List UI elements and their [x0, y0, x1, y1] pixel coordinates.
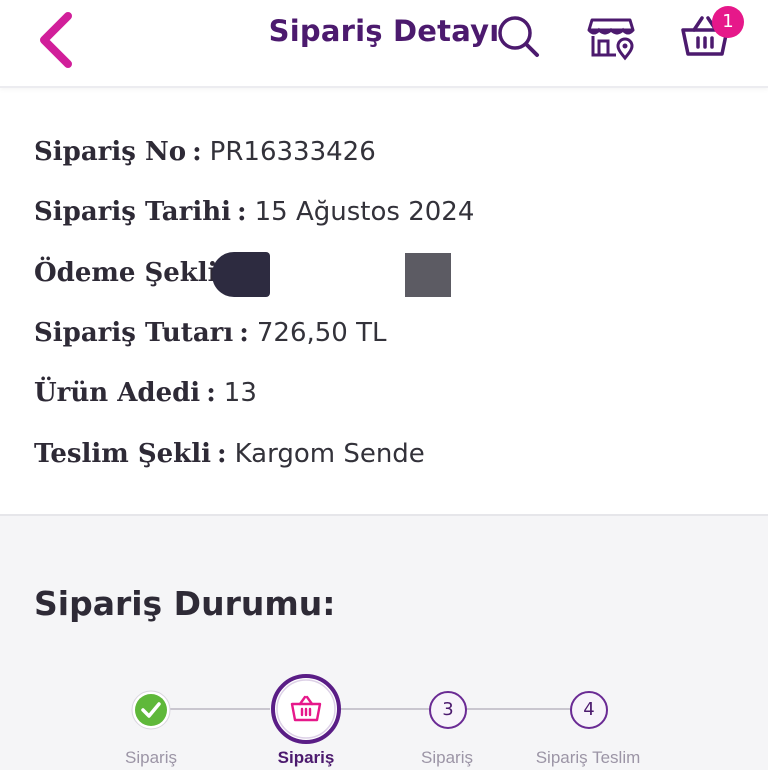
step-3-number: 3: [429, 691, 467, 729]
order-date-value: 15 Ağustos 2024: [254, 197, 475, 227]
step-done-check-icon: [131, 690, 171, 730]
cart-count-badge: 1: [712, 6, 744, 38]
progress-line: [466, 708, 570, 710]
separator: :: [239, 318, 249, 348]
separator: :: [237, 197, 247, 227]
delivery-row: Teslim Şekli: Kargom Sende: [34, 434, 425, 474]
separator: :: [206, 378, 216, 408]
top-app-bar: Sipariş Detayı 1: [0, 0, 768, 88]
delivery-label: Teslim Şekli: [34, 439, 211, 469]
step-2-label: Sipariş: [277, 748, 335, 767]
order-status-title: Sipariş Durumu:: [34, 584, 336, 623]
item-count-row: Ürün Adedi:13: [34, 373, 257, 413]
separator: :: [192, 137, 202, 167]
page-title: Sipariş Detayı: [268, 14, 500, 48]
order-date-row: Sipariş Tarihi:15 Ağustos 2024: [34, 192, 474, 232]
order-total-label: Sipariş Tutarı: [34, 318, 234, 348]
payment-label: Ödeme Şekli: [34, 258, 218, 288]
order-status-section: Sipariş Durumu: 3 4 Sipariş Sipariş Sipa…: [0, 514, 768, 770]
step-1-label: Sipariş: [125, 748, 177, 767]
order-no-value: PR16333426: [209, 137, 376, 167]
order-date-label: Sipariş Tarihi: [34, 197, 232, 227]
step-4-number: 4: [570, 691, 608, 729]
order-no-row: Sipariş No: PR16333426: [34, 132, 376, 172]
item-count-value: 13: [223, 378, 257, 408]
item-count-label: Ürün Adedi: [34, 378, 201, 408]
payment-row: Ödeme Şekli: [34, 253, 218, 293]
progress-line: [340, 708, 430, 710]
search-icon[interactable]: [494, 12, 544, 62]
order-no-label: Sipariş No: [34, 137, 187, 167]
redacted-block: [212, 252, 270, 297]
step-3-label: Sipariş: [421, 748, 473, 767]
order-total-value: 726,50 TL: [256, 318, 387, 348]
step-active-basket-icon: [271, 674, 341, 744]
step-4-label: Sipariş Teslim: [535, 748, 641, 767]
order-total-row: Sipariş Tutarı:726,50 TL: [34, 313, 386, 353]
store-location-icon[interactable]: [586, 12, 636, 62]
delivery-value: Kargom Sende: [234, 439, 425, 469]
redacted-block: [405, 253, 451, 297]
separator: :: [216, 439, 227, 469]
